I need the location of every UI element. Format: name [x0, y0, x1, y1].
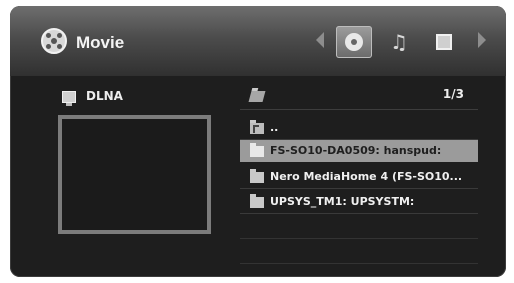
header-bar: Movie ♫: [10, 6, 506, 76]
list-item[interactable]: UPSYS_TM1: UPSYSTM:: [240, 191, 478, 214]
film-reel-icon: [41, 28, 67, 54]
film-reel-icon: [345, 33, 363, 51]
page-count: 1/3: [442, 87, 464, 101]
photo-icon: [436, 34, 452, 50]
tab-left-arrow-icon[interactable]: [316, 32, 324, 48]
list-item-parent[interactable]: ..: [240, 117, 478, 140]
list-item[interactable]: Nero MediaHome 4 (FS-SO10...: [240, 166, 478, 189]
folder-icon: [250, 194, 264, 208]
folder-icon: [250, 169, 264, 183]
list-item-label: UPSYS_TM1: UPSYSTM:: [270, 195, 415, 208]
media-type-tabs: ♫: [316, 20, 486, 66]
empty-row: [240, 216, 478, 239]
tab-movie[interactable]: [336, 26, 372, 58]
preview-thumbnail: [58, 115, 211, 234]
parent-folder-icon: [250, 120, 264, 134]
empty-row: [240, 241, 478, 264]
network-drive-icon: [62, 91, 76, 106]
device-label: DLNA: [86, 89, 123, 103]
media-browser-screen: Movie ♫ DLNA 1/3 .. FS-SO10-DA0509: hans…: [10, 6, 506, 277]
open-folder-icon: [248, 91, 266, 102]
tab-music[interactable]: ♫: [381, 26, 417, 58]
page-title: Movie: [76, 33, 125, 52]
list-item[interactable]: FS-SO10-DA0509: hanspud:: [240, 140, 478, 162]
list-item-label: ..: [270, 121, 279, 134]
music-note-icon: ♫: [390, 30, 408, 54]
empty-row: [240, 266, 478, 277]
folder-icon: [250, 143, 264, 157]
list-header: 1/3: [240, 81, 478, 110]
list-item-label: Nero MediaHome 4 (FS-SO10...: [270, 170, 463, 183]
list-item-label: FS-SO10-DA0509: hanspud:: [270, 144, 442, 157]
tab-right-arrow-icon[interactable]: [478, 32, 486, 48]
tab-photo[interactable]: [426, 26, 462, 58]
